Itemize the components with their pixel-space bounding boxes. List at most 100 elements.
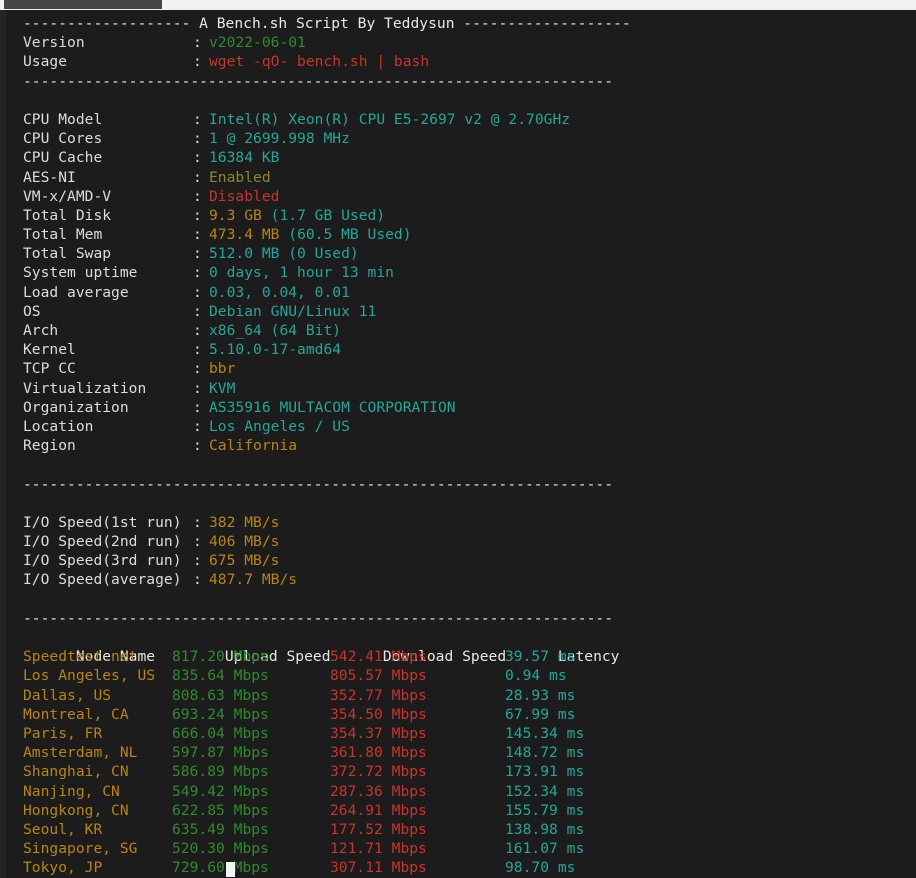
system-info-colon: : [193, 130, 202, 148]
cell-latency: 145.34 ms [505, 724, 585, 742]
system-info-colon: : [193, 379, 202, 397]
cell-download-speed: 307.11 Mbps [330, 859, 427, 877]
system-info-value: 0.03, 0.04, 0.01 [209, 283, 350, 301]
system-info-label: Total Mem [23, 226, 103, 244]
system-info-row: VM-x/AMD-V: Disabled [6, 187, 916, 206]
terminal-window: ------------------- A Bench.sh Script By… [0, 0, 916, 878]
banner-line: ------------------- A Bench.sh Script By… [23, 15, 631, 32]
system-info-label: AES-NI [23, 168, 76, 186]
window-titlebar [0, 0, 916, 10]
system-info-row: Virtualization: KVM [6, 379, 916, 398]
table-row: Paris, FR 666.04 Mbps 354.37 Mbps 145.34 ms [6, 724, 916, 743]
io-speed-rows: I/O Speed(1st run):382 MB/s I/O Speed(2nd… [6, 513, 916, 590]
system-info-label: System uptime [23, 264, 138, 282]
cell-upload-speed: 520.30 Mbps [172, 840, 269, 858]
table-row: Tokyo, JP 729.60 Mbps 307.11 Mbps 98.70 ms [6, 858, 916, 877]
cell-download-speed: 372.72 Mbps [330, 763, 427, 781]
cell-latency: 0.94 ms [505, 667, 567, 685]
system-info-row: TCP CC: bbr [6, 359, 916, 378]
system-info-value: 0 days, 1 hour 13 min [209, 264, 394, 282]
io-speed-value: 406 MB/s [209, 533, 280, 551]
system-info-value: Enabled [209, 168, 271, 186]
io-speed-colon: : [193, 513, 202, 531]
cell-upload-speed: 597.87 Mbps [172, 744, 269, 762]
system-info-row: Total Disk:9.3 GB (1.7 GB Used) [6, 206, 916, 225]
cell-node-name: Shanghai, CN [23, 763, 129, 781]
system-info-label: CPU Cache [23, 149, 103, 167]
system-info-value: AS35916 MULTACOM CORPORATION [209, 398, 456, 416]
system-info-row: Region: California [6, 436, 916, 455]
system-info-label: Organization [23, 398, 129, 416]
cell-latency: 138.98 ms [505, 820, 585, 838]
system-info-row: System uptime:0 days, 1 hour 13 min [6, 263, 916, 282]
table-row: Los Angeles, US 835.64 Mbps 805.57 Mbps 0.9… [6, 666, 916, 685]
cell-download-speed: 361.80 Mbps [330, 744, 427, 762]
cell-latency: 148.72 ms [505, 744, 585, 762]
table-row: Dallas, US 808.63 Mbps 352.77 Mbps 28.93 ms [6, 686, 916, 705]
system-info-value: 5.10.0-17-amd64 [209, 341, 342, 359]
io-speed-row: I/O Speed(average):487.7 MB/s [6, 570, 916, 589]
system-info-value-secondary: (60.5 MB Used) [279, 226, 412, 244]
table-row: Hongkong, CN 622.85 Mbps 264.91 Mbps 155.79… [6, 801, 916, 820]
cell-download-speed: 354.37 Mbps [330, 724, 427, 742]
io-speed-label: I/O Speed(1st run) [23, 513, 182, 531]
cell-node-name: Hongkong, CN [23, 801, 129, 819]
cell-node-name: Montreal, CA [23, 705, 129, 723]
io-speed-row: I/O Speed(2nd run):406 MB/s [6, 532, 916, 551]
system-info-colon: : [193, 264, 202, 282]
system-info-value: Intel(R) Xeon(R) CPU E5-2697 v2 @ 2.70GH… [209, 110, 571, 128]
cell-upload-speed: 693.24 Mbps [172, 705, 269, 723]
cell-download-speed: 264.91 Mbps [330, 801, 427, 819]
separator-1: ----------------------------------------… [23, 72, 614, 90]
system-info-value: 16384 KB [209, 149, 280, 167]
system-info-label: VM-x/AMD-V [23, 187, 112, 205]
system-info-colon: : [193, 437, 202, 455]
cell-download-speed: 354.50 Mbps [330, 705, 427, 723]
cell-upload-speed: 549.42 Mbps [172, 782, 269, 800]
system-info-label: TCP CC [23, 360, 76, 378]
system-info-row: Total Mem:473.4 MB (60.5 MB Used) [6, 225, 916, 244]
system-info-colon: : [193, 398, 202, 416]
cell-latency: 152.34 ms [505, 782, 585, 800]
window-tab[interactable] [4, 0, 162, 9]
table-row: Speedtest.net 817.20 Mbps 542.41 Mbps 39.57… [6, 647, 916, 666]
cell-upload-speed: 666.04 Mbps [172, 724, 269, 742]
cell-latency: 28.93 ms [505, 686, 576, 704]
system-info-row: Arch: x86_64 (64 Bit) [6, 321, 916, 340]
cell-latency: 173.91 ms [505, 763, 585, 781]
io-speed-row: I/O Speed(3rd run):675 MB/s [6, 551, 916, 570]
header-info-row: Version: v2022-06-01 [6, 33, 916, 52]
cell-latency: 161.07 ms [505, 840, 585, 858]
cell-node-name: Nanjing, CN [23, 782, 120, 800]
system-info-value: Debian GNU/Linux 11 [209, 302, 377, 320]
system-info-colon: : [193, 149, 202, 167]
system-info-colon: : [193, 341, 202, 359]
system-info-colon: : [193, 360, 202, 378]
header-info-label: Usage [23, 53, 68, 71]
system-info-label: CPU Cores [23, 130, 103, 148]
system-info-row: Organization: AS35916 MULTACOM CORPORATIO… [6, 398, 916, 417]
system-info-value: 9.3 GB [209, 206, 262, 224]
system-info-row: CPU Cache:16384 KB [6, 148, 916, 167]
header-info-colon: : [193, 53, 202, 71]
cell-latency: 98.70 ms [505, 859, 576, 877]
system-info-row: CPU Cores:1 @ 2699.998 MHz [6, 129, 916, 148]
terminal-output-area[interactable]: ------------------- A Bench.sh Script By… [0, 10, 916, 878]
system-info-label: Kernel [23, 341, 76, 359]
table-row: Nanjing, CN 549.42 Mbps 287.36 Mbps 152.34 … [6, 782, 916, 801]
system-info-colon: : [193, 245, 202, 263]
cell-node-name: Seoul, KR [23, 820, 103, 838]
system-info-row: Total Swap:512.0 MB (0 Used) [6, 244, 916, 263]
system-info-value: 473.4 MB [209, 226, 280, 244]
cell-download-speed: 805.57 Mbps [330, 667, 427, 685]
cell-download-speed: 352.77 Mbps [330, 686, 427, 704]
system-info-colon: : [193, 206, 202, 224]
system-info-colon: : [193, 322, 202, 339]
system-info-colon: : [193, 187, 202, 205]
system-info-value: bbr [209, 360, 236, 378]
table-row: Amsterdam, NL 597.87 Mbps 361.80 Mbps 148.7… [6, 743, 916, 762]
